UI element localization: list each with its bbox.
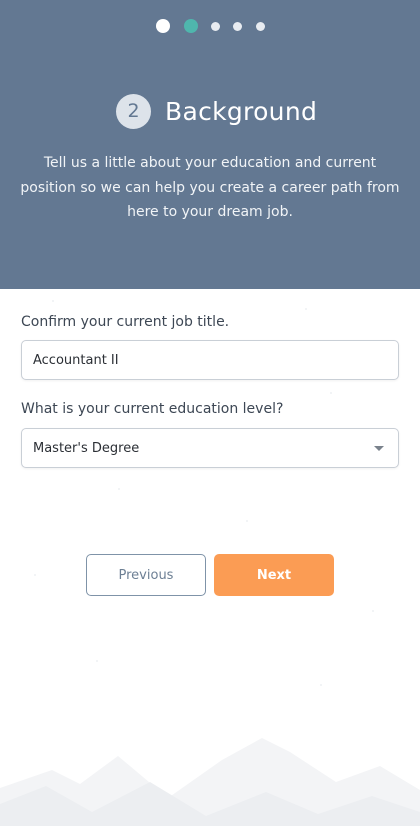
progress-dot-4[interactable] — [233, 22, 242, 31]
background-speck — [246, 520, 248, 522]
progress-dot-1[interactable] — [156, 19, 170, 33]
progress-dot-5[interactable] — [256, 22, 265, 31]
background-speck — [118, 488, 120, 490]
previous-button[interactable]: Previous — [86, 554, 206, 596]
job-title-input[interactable] — [21, 340, 399, 380]
background-speck — [372, 610, 374, 612]
job-title-label: Confirm your current job title. — [21, 314, 230, 330]
education-selected-value: Master's Degree — [33, 440, 140, 456]
progress-dot-2[interactable] — [184, 19, 198, 33]
next-button[interactable]: Next — [214, 554, 334, 596]
step-heading: 2 Background — [116, 93, 317, 129]
progress-dot-3[interactable] — [211, 22, 220, 31]
background-speck — [330, 392, 332, 394]
background-speck — [96, 660, 98, 662]
background-speck — [305, 308, 307, 310]
step-title: Background — [165, 96, 318, 126]
progress-dots — [0, 18, 420, 34]
education-label: What is your current education level? — [21, 401, 284, 417]
education-select[interactable]: Master's Degree — [21, 428, 399, 468]
mountains-illustration — [0, 738, 420, 826]
background-speck — [52, 300, 54, 302]
background-speck — [34, 574, 36, 576]
background-speck — [320, 684, 322, 686]
step-number-badge: 2 — [116, 93, 151, 129]
caret-down-icon — [374, 446, 384, 451]
step-description: Tell us a little about your education an… — [20, 155, 400, 220]
header-panel: 2 Background Tell us a little about your… — [0, 0, 420, 289]
